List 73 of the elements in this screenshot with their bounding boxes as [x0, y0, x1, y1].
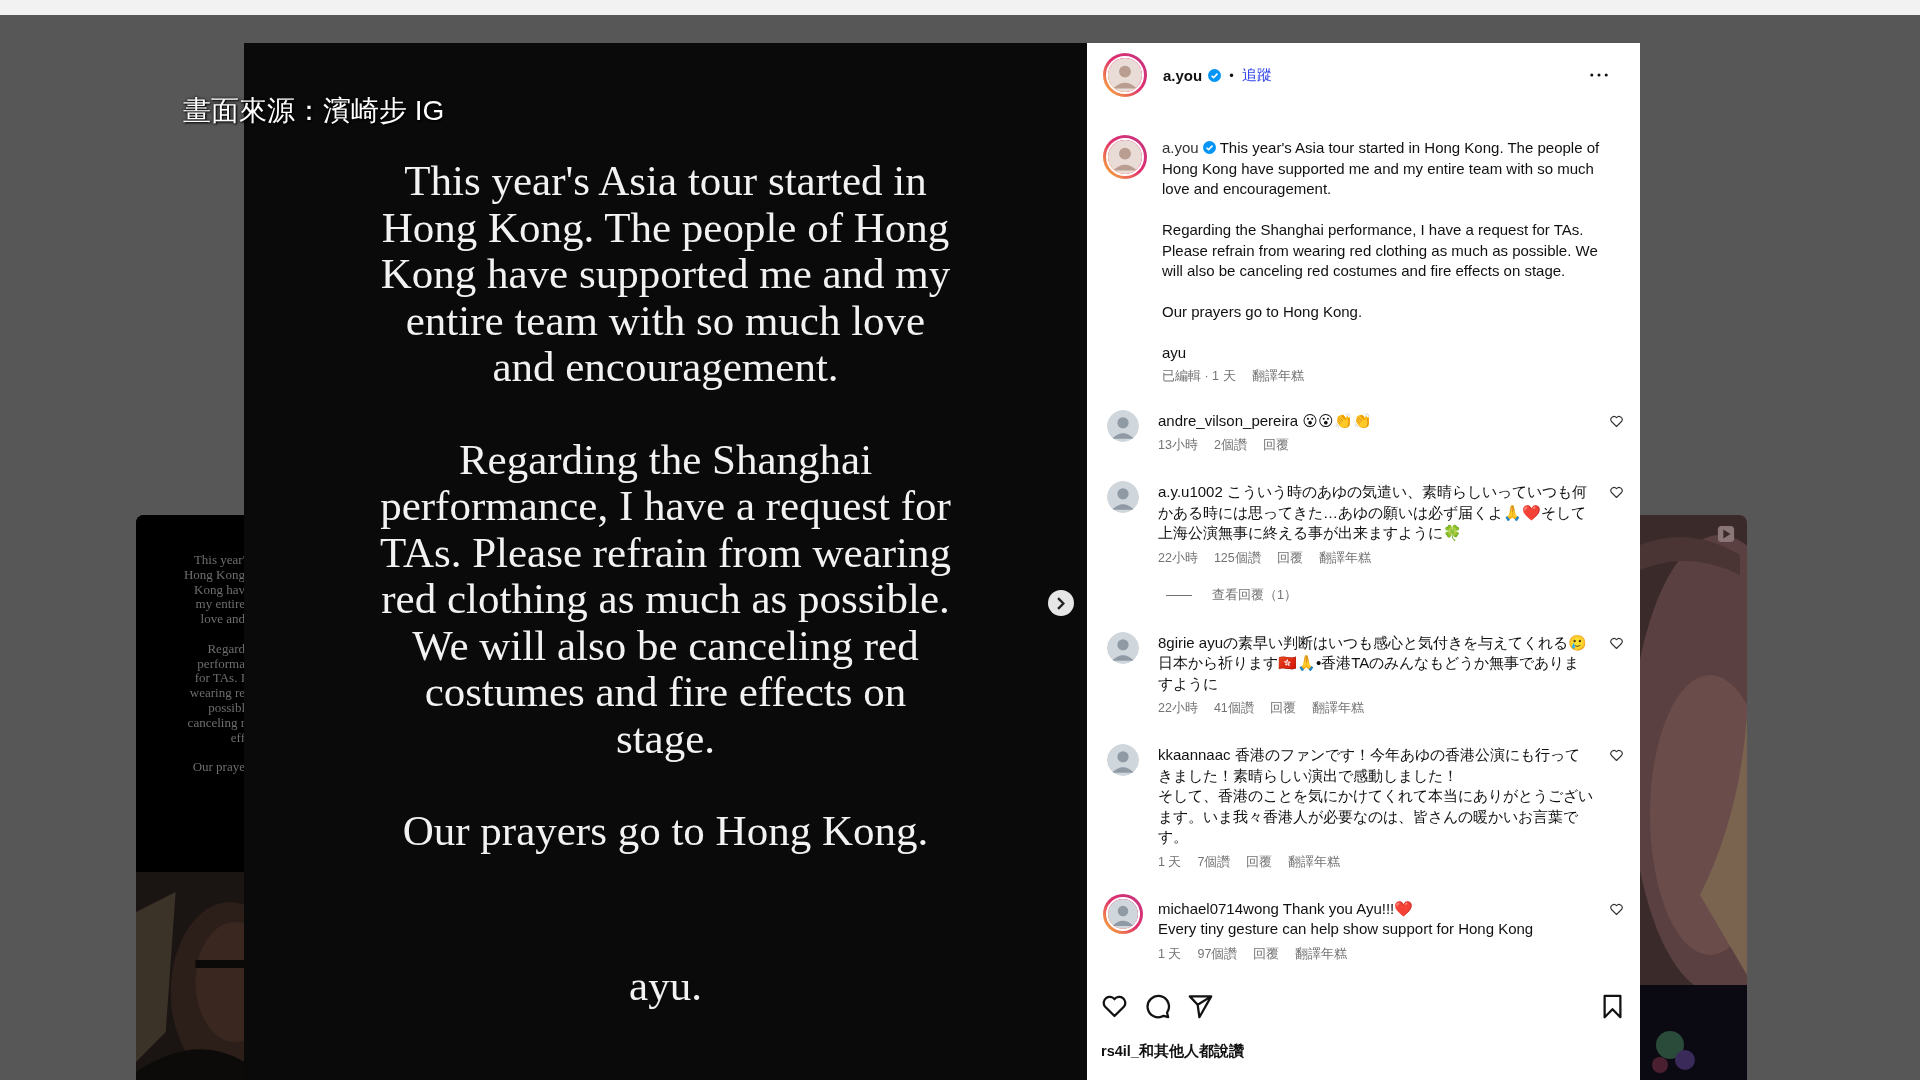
- comment-text: kkaannaac 香港のファンです！今年あゆの香港公演にも行ってきました！素晴らしい演出で感動しました！: [1158, 745, 1581, 786]
- heart-icon[interactable]: [1609, 485, 1624, 500]
- username-link[interactable]: a.you: [1162, 139, 1199, 156]
- post-text: Hong Kong: [183, 567, 245, 583]
- timestamp: 1 天: [1158, 945, 1182, 962]
- username-link[interactable]: 8girie: [1158, 633, 1195, 651]
- timestamp: 13小時: [1158, 437, 1198, 453]
- comment-text: andre_vilson_pereira 😮😮👏👏: [1158, 410, 1373, 431]
- translate-link[interactable]: 翻譯年糕: [1318, 549, 1371, 566]
- post-text: for TAs. I: [194, 671, 245, 687]
- reply-link[interactable]: 回覆: [1246, 853, 1273, 870]
- avatar[interactable]: [1103, 893, 1143, 934]
- translate-link[interactable]: 翻譯年糕: [1295, 945, 1348, 962]
- heart-icon[interactable]: [1609, 901, 1624, 917]
- chevron-icon: [1057, 596, 1065, 610]
- caption-text: Our prayers go to Hong Kong.: [1162, 302, 1364, 322]
- timestamp: 22小時: [1158, 549, 1198, 566]
- reply-link[interactable]: 回覆: [1253, 945, 1280, 962]
- comment-icon[interactable]: [1144, 992, 1171, 1020]
- comment-text: 8girie ayuの素早い判断はいつも感心と気付きを与えてくれる🥲日本から祈ります🇭🇰🙏•香港TAのみんなもどうか無事でありますように: [1158, 632, 1589, 694]
- username[interactable]: a.you: [1163, 66, 1203, 84]
- post-text: performa: [197, 656, 245, 672]
- like-count[interactable]: 125個讚: [1213, 549, 1261, 566]
- post-text: my entire: [195, 597, 245, 613]
- post-text: ayu.: [629, 962, 702, 1009]
- view-replies-link[interactable]: 查看回覆（1）: [1212, 586, 1297, 604]
- username-link[interactable]: a.y.u1002: [1158, 483, 1223, 500]
- avatar[interactable]: [1103, 53, 1147, 97]
- like-count[interactable]: 41個讚: [1213, 700, 1254, 716]
- comment-text: a.y.u1002 こういう時のあゆの気遣い、素晴らしいっていつも何かある時には思ってきた…あゆの願いは必ず届くよ🙏❤そして上海公演無事に終える事が出来ますように🍀: [1158, 482, 1588, 543]
- avatar[interactable]: [1103, 135, 1147, 179]
- next-button[interactable]: [1048, 590, 1074, 616]
- caption-text: Regarding the Shanghai performance, I have a request for TAs. Please refrain from wearing red clothing as much as possible. We will also be canceling red costumes and fire effects on stage.: [1162, 220, 1599, 281]
- post-text: Our praye: [192, 760, 245, 775]
- like-count[interactable]: 2個讚: [1213, 437, 1247, 453]
- comment-text: michael0714wong Thank you Ayu!!!❤: [1158, 898, 1415, 919]
- like-count[interactable]: 97個讚: [1197, 945, 1238, 962]
- translate-link[interactable]: 翻譯年糕: [1288, 853, 1341, 870]
- post-text: This year's Asia tour started in Hong Kong. The people of Hong Kong have supported me and my entire team with so much love and encouragement.: [379, 158, 952, 391]
- caption-text: ayu: [1162, 343, 1188, 363]
- translate-link[interactable]: 翻譯年糕: [1251, 367, 1304, 384]
- post-text: Regard: [207, 641, 245, 657]
- username-link[interactable]: andre_vilson_pereira: [1158, 411, 1299, 429]
- username-link[interactable]: michael0714wong: [1158, 899, 1279, 917]
- post-text: eff: [230, 730, 245, 746]
- caption-overlay: 畫面來源：濱崎步 IG: [183, 94, 445, 128]
- post-text: wearing re: [189, 686, 245, 701]
- paper-plane-icon[interactable]: [1187, 992, 1214, 1020]
- timestamp: 22小時: [1158, 700, 1198, 716]
- reply-link[interactable]: 回覆: [1269, 700, 1296, 716]
- heart-icon[interactable]: [1609, 635, 1624, 651]
- follow-link[interactable]: 追蹤: [1241, 65, 1272, 85]
- post-text: possibl: [208, 700, 245, 716]
- reply-link[interactable]: 回覆: [1262, 437, 1289, 453]
- caption-text: a.you This year's Asia tour started in Hong Kong. The people of Hong Kong have supported me and my entire team with so much love and encouragement.: [1162, 138, 1601, 199]
- more-icon[interactable]: [1590, 73, 1608, 77]
- post-text: Our prayers go to Hong Kong.: [401, 808, 930, 855]
- likes-text: rs4il_和其他人都說讚: [1101, 1042, 1245, 1061]
- post-text: This year': [193, 553, 245, 568]
- comment-text: Every tiny gesture can help show support for Hong Kong: [1158, 919, 1535, 939]
- timestamp: 已編輯 · 1 天: [1162, 367, 1236, 384]
- heart-icon[interactable]: [1609, 413, 1624, 429]
- heart-icon[interactable]: [1609, 748, 1624, 763]
- username-link[interactable]: kkaannaac: [1158, 746, 1231, 763]
- comment-text: そして、香港のことを気にかけてくれて本当にありがとうございます。いま我々香港人が必要なのは、皆さんの暖かいお言葉です。: [1158, 786, 1594, 847]
- like-count[interactable]: 7個讚: [1197, 853, 1231, 870]
- reply-link[interactable]: 回覆: [1276, 549, 1303, 566]
- timestamp: 1 天: [1158, 853, 1182, 870]
- separator: •: [1229, 67, 1234, 83]
- post-text: Kong hav: [194, 582, 245, 598]
- translate-link[interactable]: 翻譯年糕: [1311, 700, 1364, 716]
- post-text: love and: [200, 612, 245, 627]
- post-text: Regarding the Shanghai performance, I have a request for TAs. Please refrain from wearing red clothing as much as possible. We will also be canceling red costumes and fire effects on stage.: [379, 436, 952, 762]
